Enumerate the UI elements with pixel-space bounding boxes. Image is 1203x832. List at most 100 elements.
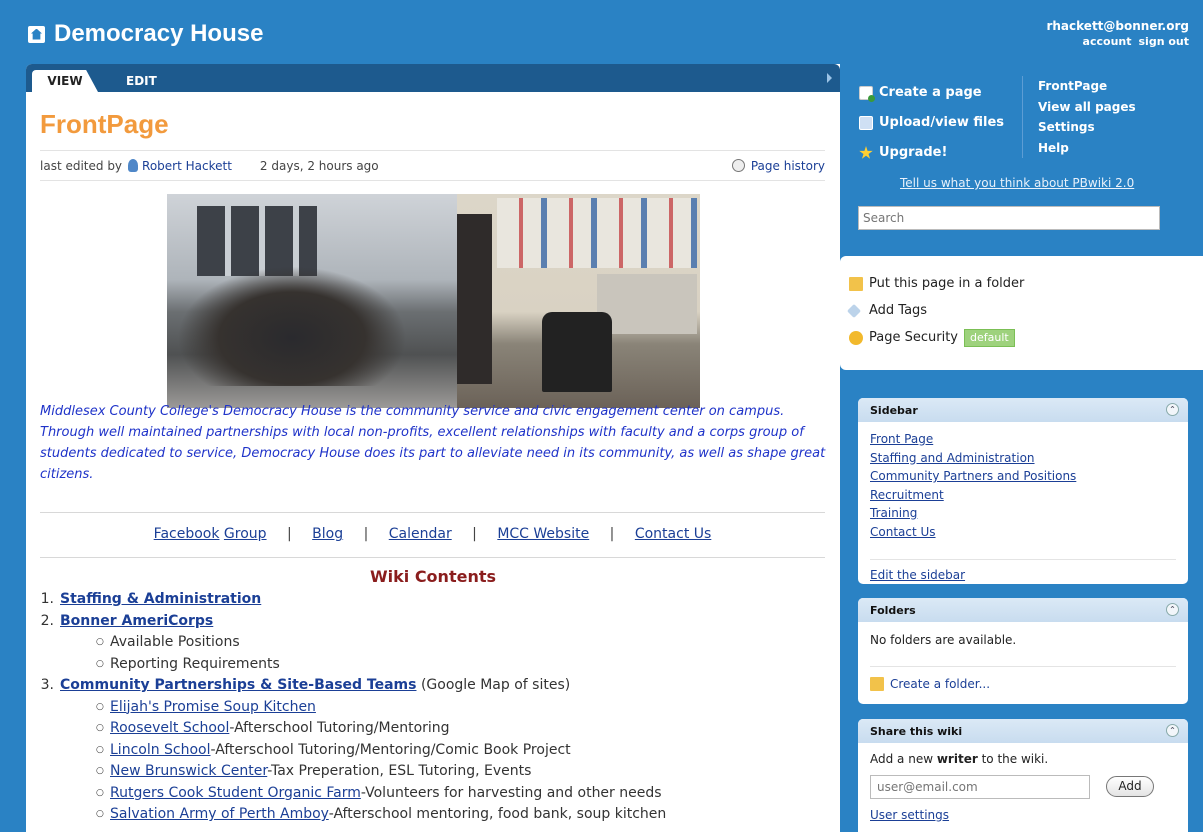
star-icon <box>859 146 873 159</box>
author-link[interactable]: Robert Hackett <box>142 159 232 173</box>
edit-sidebar-link[interactable]: Edit the sidebar <box>870 568 965 582</box>
edited-ago: 2 days, 2 hours ago <box>259 158 379 173</box>
home-icon <box>28 25 45 43</box>
upgrade-button[interactable]: Upgrade! <box>859 138 1004 168</box>
page-title: FrontPage <box>40 109 169 139</box>
intro-text: Middlesex County College's Democracy Hou… <box>40 404 826 482</box>
widget-title: Share this wiki <box>870 725 963 738</box>
tab-edit[interactable]: EDIT <box>126 70 157 92</box>
settings-link[interactable]: Settings <box>1038 117 1136 138</box>
staffing-link[interactable]: Staffing & Administration <box>60 591 261 607</box>
user-box: rhackett@bonner.org account sign out <box>1046 19 1189 49</box>
email-field[interactable] <box>870 775 1090 799</box>
search-input[interactable] <box>858 206 1160 230</box>
add-tags-button[interactable]: Add Tags <box>846 297 1024 324</box>
tab-bar: VIEW EDIT <box>26 64 840 92</box>
user-icon <box>128 159 139 172</box>
link-bar: Facebook Group | Blog | Calendar | MCC W… <box>40 512 825 558</box>
group-link[interactable]: Group <box>224 526 267 542</box>
page-tools: Put this page in a folder Add Tags Page … <box>840 256 1203 370</box>
list-item: ○ Reporting Requirements <box>96 655 280 672</box>
security-badge: default <box>964 328 1015 347</box>
new-page-icon <box>859 86 875 102</box>
list-item: ○ Rutgers Cook Student Organic Farm-Volun… <box>96 784 662 801</box>
signout-link[interactable]: sign out <box>1139 35 1190 48</box>
site-link[interactable]: Roosevelt School <box>110 720 229 736</box>
blog-link[interactable]: Blog <box>312 526 343 542</box>
top-bar: Democracy House rhackett@bonner.org acco… <box>0 0 1203 64</box>
list-item: 3. Community Partnerships & Site-Based Te… <box>40 677 571 693</box>
site-link[interactable]: Salvation Army of Perth Amboy <box>110 806 329 822</box>
folders-widget: Folders ⌃ No folders are available. Creat… <box>858 598 1188 704</box>
widget-title: Sidebar <box>870 404 918 417</box>
help-link[interactable]: Help <box>1038 138 1136 159</box>
view-all-pages-link[interactable]: View all pages <box>1038 97 1136 118</box>
sidebar-actions: Create a page Upload/view files Upgrade!… <box>840 64 1203 254</box>
page-history-link[interactable]: Page history <box>731 158 825 173</box>
tab-view[interactable]: VIEW <box>32 70 98 92</box>
list-item: 1. Staffing & Administration <box>40 591 262 607</box>
sidebar-link[interactable]: Front Page <box>870 430 1188 449</box>
separator: | <box>609 526 615 542</box>
separator: | <box>363 526 369 542</box>
collapse-icon[interactable]: ⌃ <box>1166 603 1179 616</box>
site-link[interactable]: Elijah's Promise Soup Kitchen <box>110 699 316 715</box>
collapse-arrow-icon[interactable] <box>827 73 832 83</box>
list-item: ○ Available Positions <box>96 634 240 650</box>
feedback-link[interactable]: Tell us what you think about PBwiki 2.0 <box>900 176 1134 190</box>
office-photo <box>457 194 700 408</box>
group-photo <box>167 194 457 408</box>
mcc-website-link[interactable]: MCC Website <box>497 526 589 542</box>
user-settings-link[interactable]: User settings <box>870 808 949 822</box>
upload-icon <box>859 116 873 130</box>
share-text: Add a new writer to the wiki. <box>870 752 1049 766</box>
page-security-button[interactable]: Page Security default <box>849 324 1024 351</box>
site-link[interactable]: Rutgers Cook Student Organic Farm <box>110 785 361 801</box>
create-page-button[interactable]: Create a page <box>859 78 1004 108</box>
key-icon <box>849 330 863 345</box>
upload-files-button[interactable]: Upload/view files <box>859 108 1004 138</box>
sidebar-link[interactable]: Contact Us <box>870 523 1188 542</box>
separator: | <box>287 526 292 542</box>
page-history-label: Page history <box>750 158 825 173</box>
create-folder-button[interactable]: Create a folder... <box>870 666 1176 691</box>
sidebar-link[interactable]: Staffing and Administration <box>870 449 1188 468</box>
site-link[interactable]: Lincoln School <box>110 742 211 758</box>
folder-button[interactable]: Put this page in a folder <box>849 270 1024 297</box>
share-widget: Share this wiki ⌃ Add a new writer to the… <box>858 719 1188 832</box>
site-title-text: Democracy House <box>54 20 264 47</box>
quick-links: FrontPage View all pages Settings Help <box>1022 76 1136 158</box>
sidebar-link[interactable]: Recruitment <box>870 486 1188 505</box>
collapse-icon[interactable]: ⌃ <box>1166 724 1179 737</box>
account-link[interactable]: account <box>1083 35 1132 48</box>
contents-title: Wiki Contents <box>369 567 496 586</box>
edited-prefix: last edited by <box>40 158 123 173</box>
main-content: VIEW EDIT FrontPage last edited by Rober… <box>26 64 840 832</box>
username: rhackett@bonner.org <box>1046 19 1189 33</box>
list-item: ○ Salvation Army of Perth Amboy-Afterscho… <box>96 806 667 822</box>
no-folders-text: No folders are available. <box>870 633 1017 647</box>
site-title[interactable]: Democracy House <box>28 20 263 48</box>
list-item: ○ New Brunswick Center-Tax Preperation, E… <box>96 763 532 779</box>
list-item: ○ Roosevelt School-Afterschool Tutoring/M… <box>96 720 450 736</box>
page-meta: last edited by Robert Hackett 2 days, 2 … <box>40 150 825 181</box>
sidebar-link[interactable]: Community Partners and Positions <box>870 467 1188 486</box>
clock-icon <box>731 159 745 172</box>
add-writer-button[interactable]: Add <box>1106 776 1154 797</box>
facebook-link[interactable]: Facebook <box>154 526 220 542</box>
site-link[interactable]: New Brunswick Center <box>110 763 267 779</box>
sidebar-widget: Sidebar ⌃ Front Page Staffing and Adminis… <box>858 398 1188 584</box>
list-item: ○ Lincoln School-Afterschool Tutoring/Men… <box>96 741 571 758</box>
folder-icon <box>849 276 863 291</box>
new-folder-icon <box>870 677 884 691</box>
list-item: ○ Elijah's Promise Soup Kitchen <box>96 698 316 715</box>
list-item: 2. Bonner AmeriCorps <box>40 612 214 629</box>
widget-title: Folders <box>870 604 916 617</box>
contact-link[interactable]: Contact Us <box>635 526 711 542</box>
bonner-link[interactable]: Bonner AmeriCorps <box>60 613 213 629</box>
collapse-icon[interactable]: ⌃ <box>1166 403 1179 416</box>
sidebar-link[interactable]: Training <box>870 504 1188 523</box>
calendar-link[interactable]: Calendar <box>389 526 452 542</box>
frontpage-link[interactable]: FrontPage <box>1038 76 1136 97</box>
community-link[interactable]: Community Partnerships & Site-Based Team… <box>60 677 416 693</box>
